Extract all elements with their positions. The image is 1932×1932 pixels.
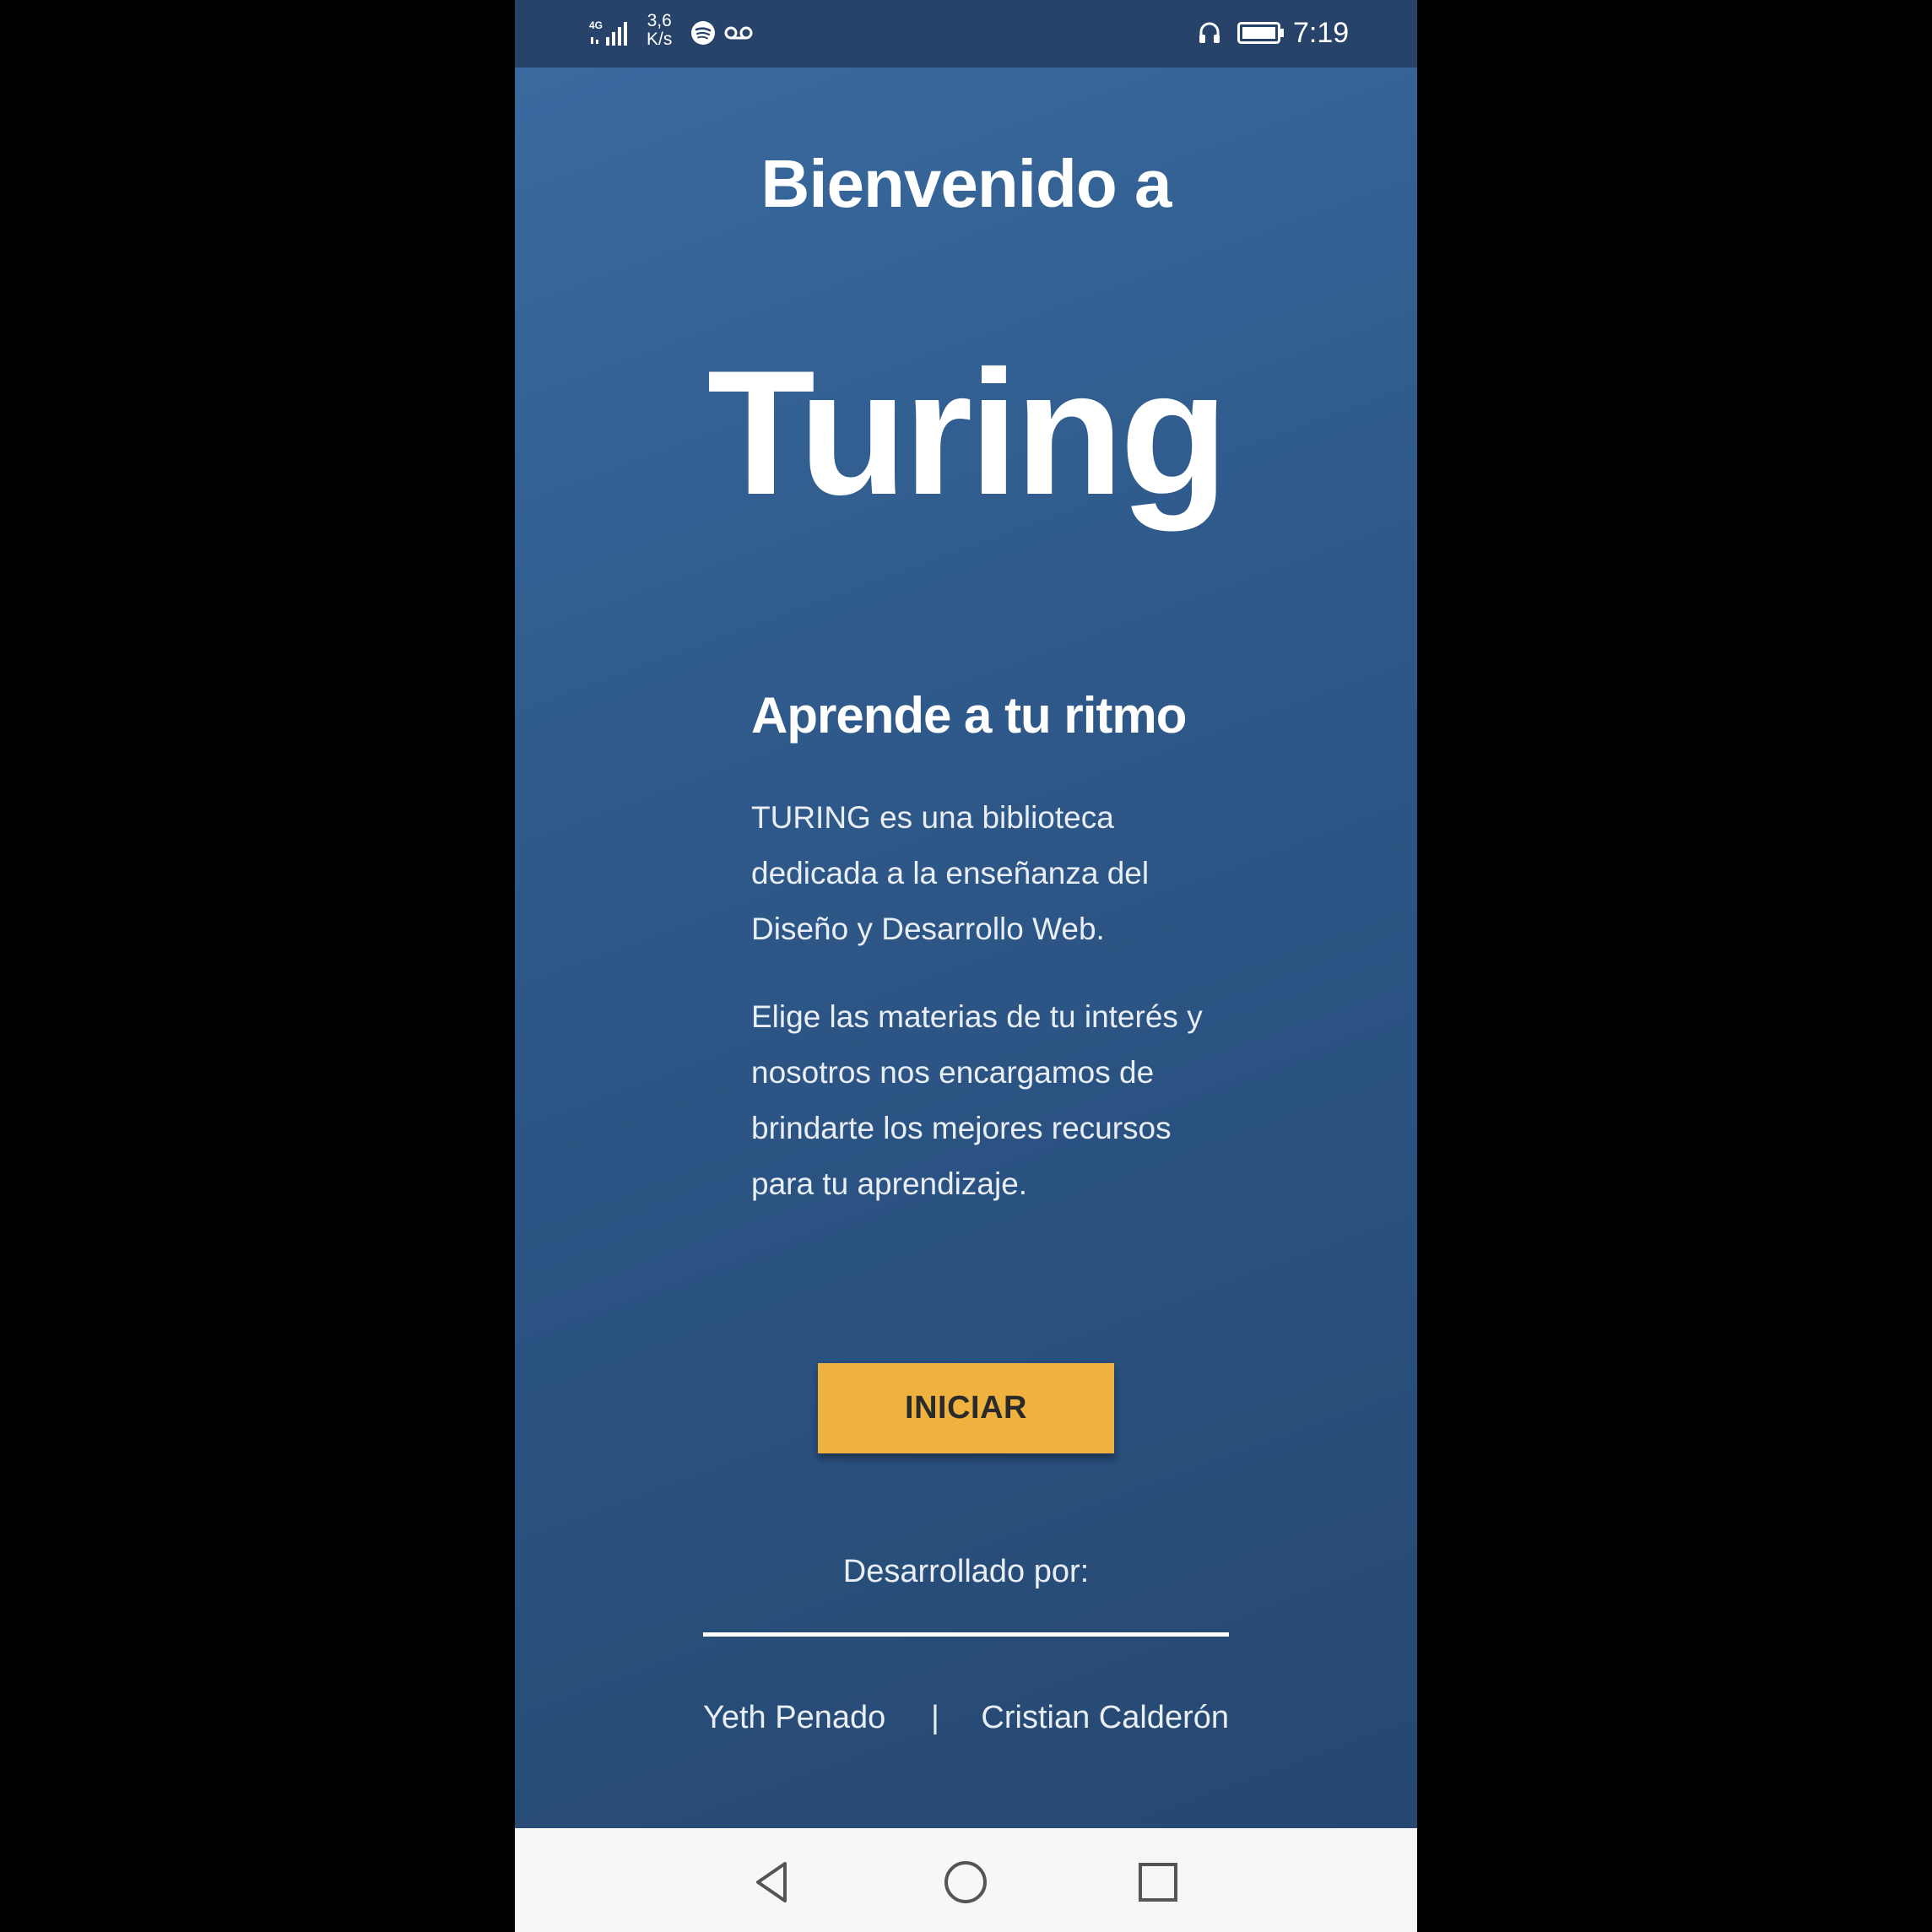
tagline: Aprende a tu ritmo <box>751 687 1187 744</box>
author-name: Cristian Calderón <box>981 1700 1229 1735</box>
battery-icon <box>1237 22 1284 44</box>
svg-text:4G: 4G <box>589 19 603 31</box>
start-button[interactable]: INICIAR <box>818 1363 1114 1453</box>
welcome-heading: Bienvenido a <box>760 146 1172 221</box>
signal-icon: 4G <box>589 19 627 46</box>
home-icon[interactable] <box>942 1859 989 1906</box>
welcome-screen: Bienvenido a Turing Aprende a tu ritmo T… <box>515 68 1417 1828</box>
author-separator: | <box>931 1700 939 1735</box>
voicemail-icon <box>724 26 753 40</box>
phone-screen: 4G 3,6 K/s 7:19 Bienvenido a Turing Apre… <box>515 0 1417 1932</box>
author-name: Yeth Penado <box>703 1700 886 1735</box>
intro-paragraph-1: TURING es una biblioteca dedicada a la e… <box>751 800 1150 946</box>
network-speed-value: 3,6 <box>647 11 672 30</box>
network-speed: 3,6 K/s <box>647 12 672 49</box>
navigation-bar <box>515 1828 1417 1932</box>
recents-icon[interactable] <box>1134 1859 1182 1906</box>
developed-by-label: Desarrollado por: <box>842 1554 1090 1589</box>
back-icon[interactable] <box>750 1859 797 1906</box>
brand-title: Turing <box>706 333 1229 532</box>
authors-row: Yeth Penado | Cristian Calderón <box>703 1697 1229 1739</box>
network-speed-unit: K/s <box>647 30 673 49</box>
headset-icon <box>1199 22 1220 43</box>
spotify-icon <box>691 21 715 45</box>
intro-paragraph-2: Elige las materias de tu interés y nosot… <box>751 999 1203 1201</box>
status-time: 7:19 <box>1293 17 1350 49</box>
credits-divider <box>703 1632 1229 1637</box>
status-bar: 4G 3,6 K/s 7:19 <box>515 0 1417 68</box>
